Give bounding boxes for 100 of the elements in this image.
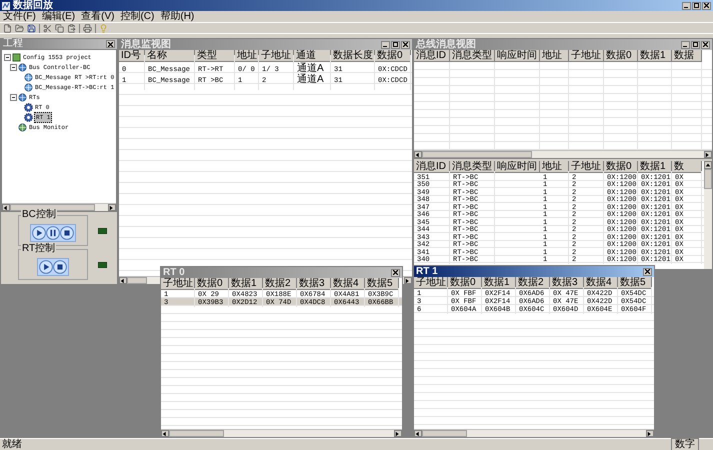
scrollbar-thumb[interactable]	[422, 430, 467, 437]
copy-button[interactable]	[55, 24, 64, 32]
column-header[interactable]: 数据1	[638, 50, 672, 62]
scroll-left-button[interactable]	[2, 204, 10, 211]
copy-icon	[55, 24, 64, 32]
maximize-button[interactable]	[692, 2, 701, 10]
scroll-right-button[interactable]	[108, 204, 116, 211]
column-header[interactable]: 数据	[672, 50, 702, 62]
scrollbar-thumb[interactable]	[169, 430, 224, 437]
led-icon	[98, 262, 107, 268]
play-button[interactable]	[39, 260, 53, 274]
scroll-right-button[interactable]	[704, 151, 712, 158]
menu-item[interactable]: 控制(C)	[120, 11, 154, 22]
column-header[interactable]: 地址	[540, 161, 569, 173]
globe-icon	[18, 122, 27, 132]
folder-button[interactable]	[15, 24, 24, 32]
column-header[interactable]: 通道	[294, 50, 331, 62]
scroll-left-button[interactable]	[161, 430, 169, 437]
scroll-left-button[interactable]	[414, 430, 422, 437]
column-header[interactable]: 数据3	[550, 277, 584, 289]
horizontal-scrollbar[interactable]	[414, 150, 712, 158]
column-header[interactable]: 子地址	[569, 50, 604, 62]
column-header[interactable]: 数据2	[516, 277, 550, 289]
scrollbar-thumb[interactable]	[127, 277, 147, 284]
column-header[interactable]: 消息ID	[414, 161, 450, 173]
project-icon	[12, 52, 21, 62]
left-arrow-icon	[415, 152, 421, 158]
scroll-right-button[interactable]	[394, 430, 402, 437]
collapse-icon[interactable]	[10, 64, 17, 70]
left-arrow-icon	[415, 430, 421, 436]
column-header[interactable]: 数据0	[604, 161, 638, 173]
column-header[interactable]: 子地址	[161, 278, 195, 290]
horizontal-scrollbar[interactable]	[161, 429, 402, 437]
scroll-left-button[interactable]	[414, 151, 422, 158]
column-header[interactable]: 数据4	[584, 277, 618, 289]
column-header[interactable]: 地址	[235, 50, 259, 62]
play-button[interactable]	[32, 226, 46, 240]
column-header[interactable]: 类型	[195, 50, 235, 62]
column-header[interactable]: 数	[672, 161, 702, 173]
column-header[interactable]: 数据5	[618, 277, 652, 289]
close-button[interactable]	[643, 268, 652, 276]
globe-icon	[24, 82, 33, 92]
menu-item[interactable]: 帮助(H)	[160, 11, 194, 22]
scroll-right-button[interactable]	[646, 430, 654, 437]
close-button[interactable]	[701, 40, 710, 48]
cut-button[interactable]	[43, 24, 52, 32]
close-button[interactable]	[702, 2, 711, 10]
new-file-button[interactable]	[3, 24, 12, 32]
folder-icon	[15, 24, 24, 32]
maximize-button[interactable]	[691, 40, 700, 48]
column-header[interactable]: 数据0	[604, 50, 638, 62]
stop-button[interactable]	[60, 226, 74, 240]
column-header[interactable]: ID号	[119, 50, 145, 62]
column-header[interactable]: 消息ID	[414, 50, 450, 62]
save-button[interactable]	[27, 24, 36, 32]
app-title: 数据回放	[13, 0, 53, 11]
close-button[interactable]	[391, 268, 400, 276]
close-icon	[703, 42, 708, 47]
column-header[interactable]: 名称	[145, 50, 195, 62]
paste-button[interactable]	[67, 24, 76, 32]
scroll-left-button[interactable]	[119, 277, 127, 284]
minimize-button[interactable]	[682, 2, 691, 10]
horizontal-scrollbar[interactable]	[414, 429, 654, 437]
column-header[interactable]: 消息类型	[450, 50, 495, 62]
stop-button[interactable]	[53, 260, 67, 274]
led-icon	[98, 228, 107, 234]
maximize-button[interactable]	[391, 40, 400, 48]
close-button[interactable]	[106, 40, 115, 48]
close-icon	[403, 42, 408, 47]
column-header[interactable]: 子地址	[259, 50, 294, 62]
column-header[interactable]: 子地址	[414, 277, 448, 289]
column-header[interactable]: 子地址	[569, 161, 604, 173]
close-icon	[393, 270, 398, 275]
minimize-button[interactable]	[681, 40, 690, 48]
scrollbar-thumb[interactable]	[422, 151, 532, 158]
vertical-scrollbar[interactable]	[704, 161, 712, 269]
collapse-icon[interactable]	[10, 94, 17, 100]
collapse-icon[interactable]	[4, 54, 11, 60]
column-header[interactable]: 数据0	[448, 277, 482, 289]
column-header[interactable]: 数据1	[482, 277, 516, 289]
scrollbar-thumb[interactable]	[704, 169, 712, 189]
column-header[interactable]: 数据0	[195, 278, 229, 290]
menu-item[interactable]: 文件(F)	[3, 11, 36, 22]
column-header[interactable]: 数据0	[375, 50, 411, 62]
close-button[interactable]	[401, 40, 410, 48]
column-header[interactable]: 数据4	[331, 278, 365, 290]
menu-item[interactable]: 编辑(E)	[42, 11, 76, 22]
scroll-right-button[interactable]	[404, 277, 412, 284]
column-header[interactable]: 数据2	[263, 278, 297, 290]
menu-item[interactable]: 查看(V)	[81, 11, 114, 22]
column-header[interactable]: 消息类型	[450, 161, 495, 173]
column-header[interactable]: 数据1	[638, 161, 672, 173]
minimize-button[interactable]	[381, 40, 390, 48]
column-header[interactable]: 数据3	[297, 278, 331, 290]
printer-button[interactable]	[83, 24, 92, 32]
column-header[interactable]: 数据5	[365, 278, 399, 290]
right-arrow-icon	[395, 430, 401, 436]
column-header[interactable]: 地址	[540, 50, 569, 62]
pause-button[interactable]	[46, 226, 60, 240]
column-header[interactable]: 数据1	[229, 278, 263, 290]
